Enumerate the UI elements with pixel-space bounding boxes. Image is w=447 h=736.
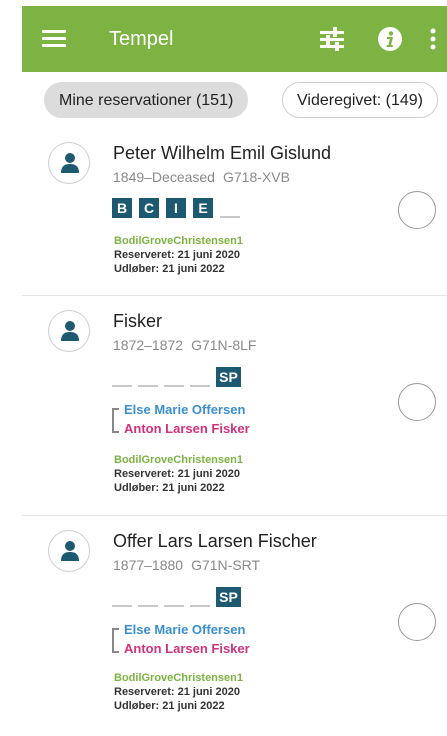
person-id: G718-XVB (222, 169, 290, 185)
more-vert-icon[interactable] (428, 26, 438, 52)
ordinance-empty (190, 587, 210, 607)
ordinance-empty (164, 367, 184, 387)
reserved-date: Reserveret: 21 juni 2020 (114, 468, 240, 480)
life-dates: 1872–1872 (113, 337, 184, 353)
ordinance-empty (138, 367, 158, 387)
ordinance-empty (138, 587, 158, 607)
ordinance-row: SP (112, 367, 248, 387)
person-icon (61, 321, 79, 341)
avatar (48, 310, 90, 352)
bracket-line (112, 408, 119, 433)
reservation-owner: BodilGroveChristensen1 (114, 454, 243, 466)
reservation-owner: BodilGroveChristensen1 (114, 235, 243, 247)
life-dates: 1877–1880 (113, 557, 184, 573)
avatar (48, 142, 90, 184)
ordinance-row: SP (112, 587, 248, 607)
bracket-line (112, 628, 119, 653)
page-title: Tempel (109, 28, 174, 50)
ordinance-badge-b: B (112, 198, 132, 218)
avatar (48, 530, 90, 572)
person-meta: 1872–1872 G71N-8LF (113, 337, 256, 353)
tab-shared[interactable]: Videregivet: (149) (282, 82, 438, 118)
person-id: G71N-SRT (191, 557, 261, 573)
ordinance-empty (220, 198, 240, 218)
person-meta: 1877–1880 G71N-SRT (113, 557, 260, 573)
reserved-date: Reserveret: 21 juni 2020 (114, 249, 240, 261)
ordinance-badge-i: I (166, 198, 186, 218)
person-id: G71N-8LF (191, 337, 257, 353)
reservation-list: Peter Wilhelm Emil Gislund 1849–Deceased… (22, 128, 447, 736)
app-bar: Tempel (22, 6, 447, 72)
ordinance-empty (112, 587, 132, 607)
reservation-info: BodilGroveChristensen1 Reserveret: 21 ju… (114, 234, 243, 276)
spouse-name[interactable]: Else Marie Offersen (124, 622, 245, 637)
list-item[interactable]: Offer Lars Larsen Fischer 1877–1880 G71N-… (22, 516, 447, 736)
ordinance-row: B C I E (112, 198, 246, 218)
person-name: Peter Wilhelm Emil Gislund (113, 143, 332, 163)
hamburger-menu-icon[interactable] (42, 30, 66, 48)
ordinance-empty (112, 367, 132, 387)
person-meta: 1849–Deceased G718-XVB (113, 169, 290, 185)
ordinance-empty (164, 587, 184, 607)
tab-mine-reservations[interactable]: Mine reservationer (151) (44, 82, 249, 118)
list-item[interactable]: Fisker 1872–1872 G71N-8LF SP Else Marie O… (22, 296, 447, 516)
ordinance-badge-sp: SP (216, 587, 241, 607)
expiry-date: Udløber: 21 juni 2022 (114, 482, 225, 494)
select-checkbox[interactable] (398, 191, 436, 229)
reservation-tabs: Mine reservationer (151) Videregivet: (1… (22, 72, 447, 128)
info-icon[interactable] (377, 26, 403, 52)
reserved-date: Reserveret: 21 juni 2020 (114, 686, 240, 698)
tune-icon[interactable] (319, 26, 345, 52)
husband-name[interactable]: Anton Larsen Fisker (124, 421, 250, 436)
list-item[interactable]: Peter Wilhelm Emil Gislund 1849–Deceased… (22, 128, 447, 296)
select-checkbox[interactable] (398, 383, 436, 421)
person-name: Fisker (113, 311, 162, 331)
expiry-date: Udløber: 21 juni 2022 (114, 700, 225, 712)
ordinance-badge-sp: SP (216, 367, 241, 387)
husband-name[interactable]: Anton Larsen Fisker (124, 641, 250, 656)
person-icon (61, 153, 79, 173)
person-name: Offer Lars Larsen Fischer (113, 531, 317, 551)
ordinance-badge-c: C (139, 198, 159, 218)
spouse-name[interactable]: Else Marie Offersen (124, 402, 245, 417)
select-checkbox[interactable] (398, 603, 436, 641)
ordinance-badge-e: E (193, 198, 213, 218)
expiry-date: Udløber: 21 juni 2022 (114, 263, 225, 275)
reservation-info: BodilGroveChristensen1 Reserveret: 21 ju… (114, 671, 243, 713)
reservation-info: BodilGroveChristensen1 Reserveret: 21 ju… (114, 453, 243, 495)
life-dates: 1849–Deceased (113, 169, 215, 185)
person-icon (61, 541, 79, 561)
reservation-owner: BodilGroveChristensen1 (114, 672, 243, 684)
ordinance-empty (190, 367, 210, 387)
